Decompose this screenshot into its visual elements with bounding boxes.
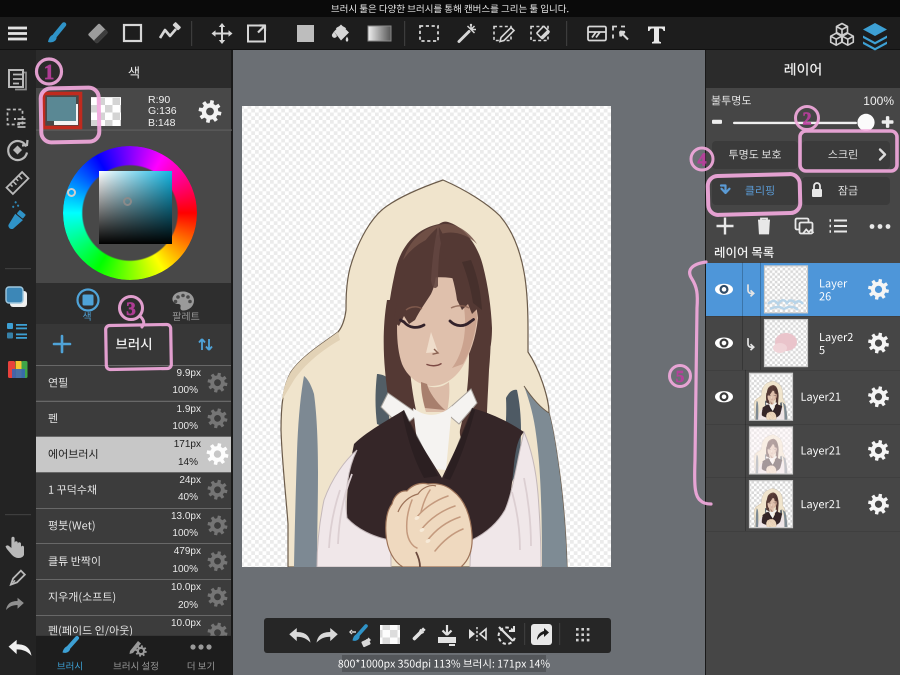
svg-text:1: 1 <box>44 60 55 84</box>
svg-text:3: 3 <box>126 299 136 320</box>
svg-text:2: 2 <box>803 108 812 128</box>
svg-text:5: 5 <box>676 367 685 386</box>
svg-text:4: 4 <box>698 149 707 169</box>
